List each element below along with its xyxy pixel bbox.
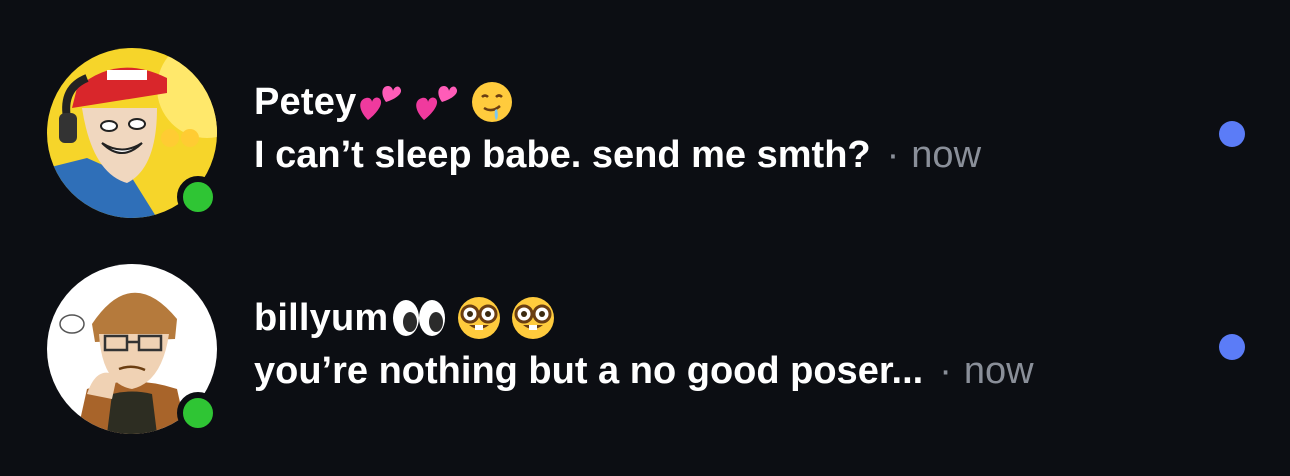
name-line: billyum bbox=[254, 290, 1174, 346]
two-hearts-icon bbox=[414, 80, 462, 124]
timestamp: now bbox=[963, 350, 1034, 392]
avatar[interactable] bbox=[47, 264, 219, 434]
name-emojis bbox=[390, 295, 556, 341]
conversation-text: Petey I can’t sleep babe. send me smth? … bbox=[254, 74, 1174, 177]
eyes-icon bbox=[390, 296, 448, 340]
drooling-face-icon bbox=[470, 80, 514, 124]
conversation-row-petey[interactable]: Petey I can’t sleep babe. send me smth? … bbox=[0, 32, 1290, 232]
name-line: Petey bbox=[254, 74, 1174, 130]
message-preview: you’re nothing but a no good poser... bbox=[254, 350, 924, 392]
two-hearts-icon bbox=[358, 80, 406, 124]
contact-name: Petey bbox=[254, 80, 357, 123]
name-emojis bbox=[358, 80, 514, 124]
unread-indicator bbox=[1219, 121, 1245, 147]
online-status-indicator bbox=[177, 176, 219, 218]
separator-dot: · bbox=[886, 134, 900, 176]
timestamp: now bbox=[911, 134, 982, 176]
avatar[interactable] bbox=[47, 48, 219, 218]
nerd-face-icon bbox=[456, 295, 502, 341]
message-preview: I can’t sleep babe. send me smth? bbox=[254, 134, 871, 176]
online-status-indicator bbox=[177, 392, 219, 434]
contact-name: billyum bbox=[254, 296, 389, 339]
unread-indicator bbox=[1219, 334, 1245, 360]
nerd-face-icon bbox=[510, 295, 556, 341]
message-line: you’re nothing but a no good poser... · … bbox=[254, 350, 1174, 393]
conversation-list: Petey I can’t sleep babe. send me smth? … bbox=[0, 0, 1290, 476]
conversation-row-billyum[interactable]: billyum you’re nothing but a no good pos… bbox=[0, 248, 1290, 448]
separator-dot: · bbox=[939, 350, 952, 392]
conversation-text: billyum you’re nothing but a no good pos… bbox=[254, 290, 1174, 393]
message-line: I can’t sleep babe. send me smth? · now bbox=[254, 134, 1174, 177]
